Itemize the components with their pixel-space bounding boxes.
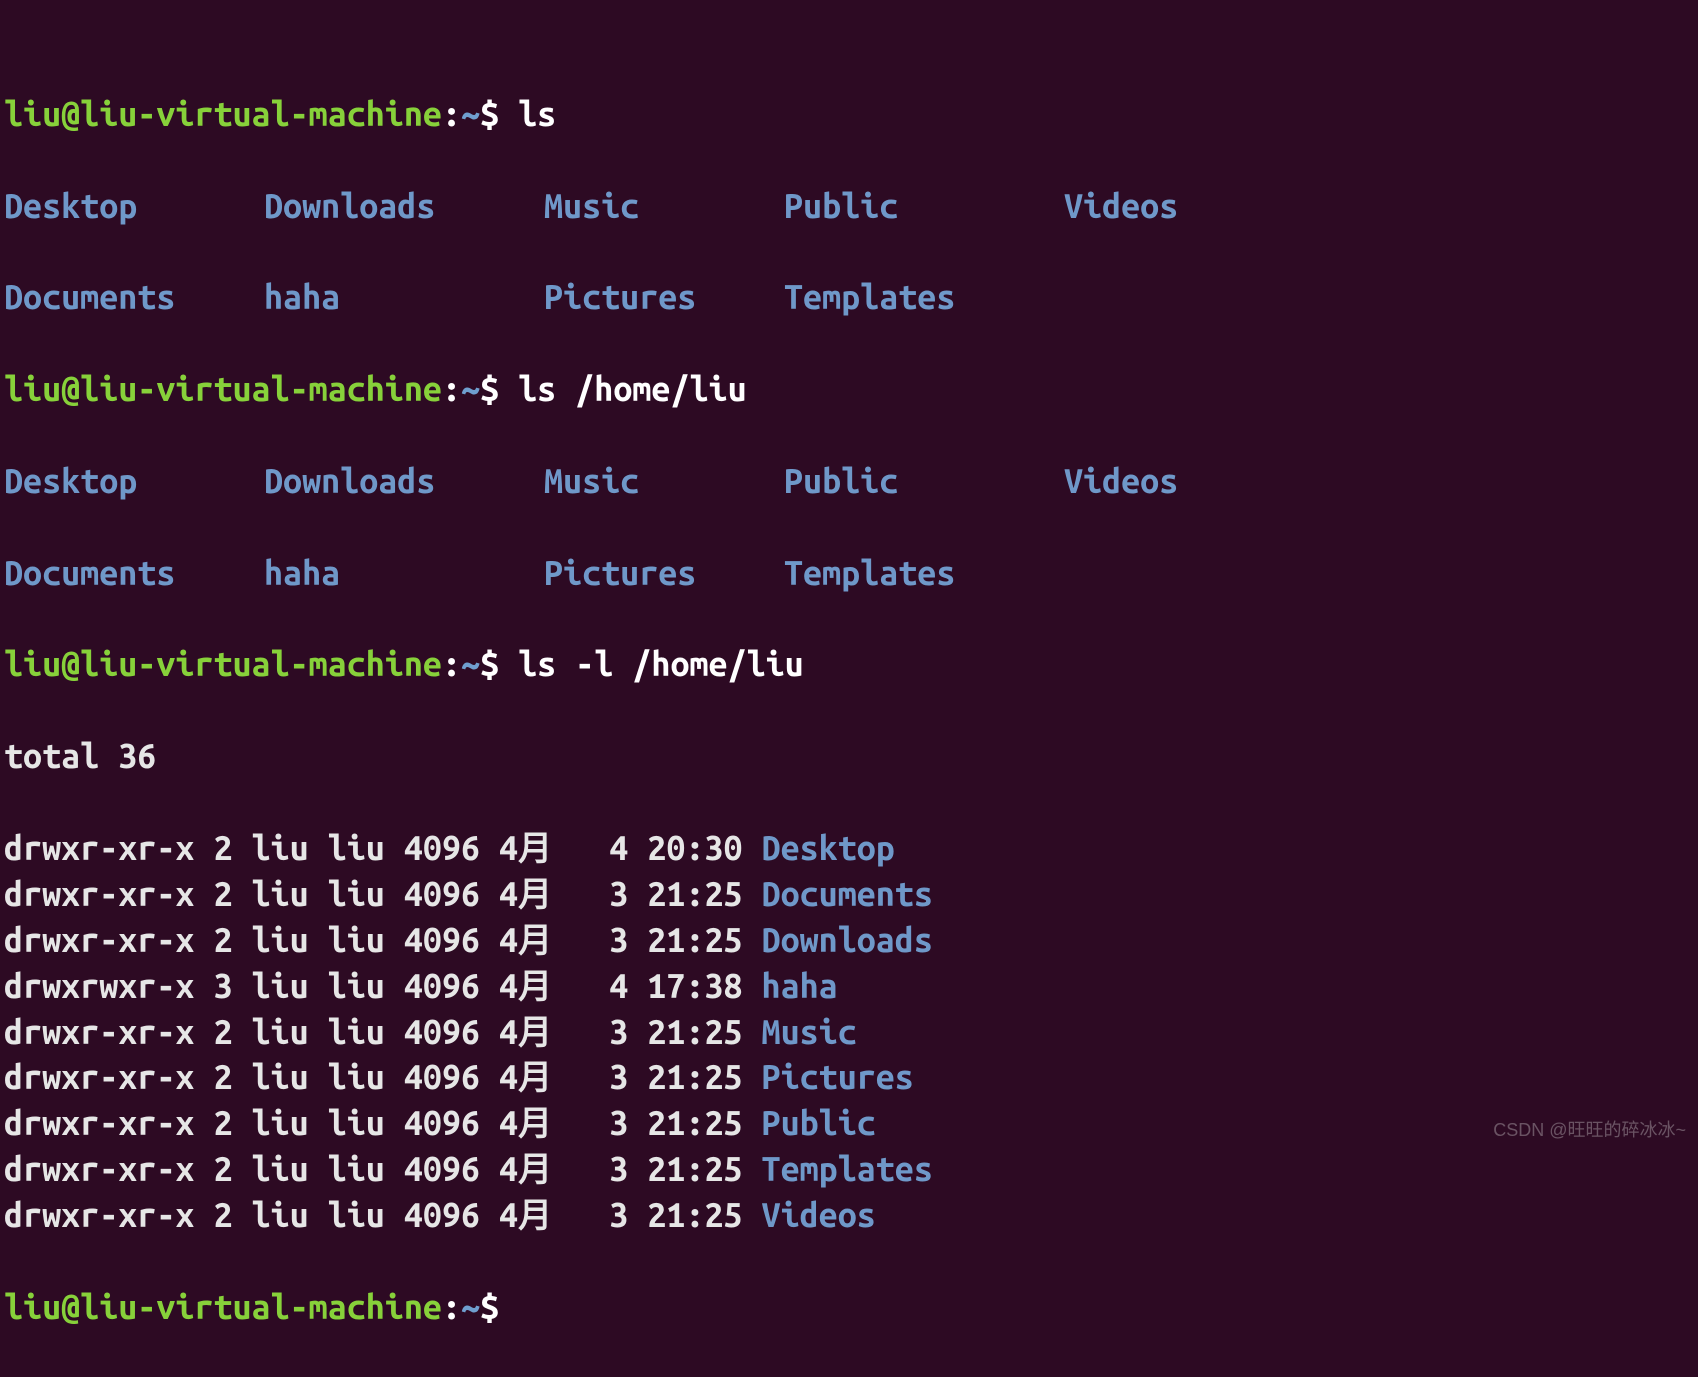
- ls-long-row: drwxr-xr-x 2 liu liu 4096 4月 3 21:25 Dow…: [4, 918, 1698, 964]
- ls-long-name: Desktop: [762, 829, 895, 867]
- ls-long-name: Downloads: [762, 921, 933, 959]
- ls-output-row-2: DocumentshahaPicturesTemplates: [4, 275, 1698, 321]
- prompt-host: liu-virtual-machine: [80, 645, 442, 683]
- prompt-at: @: [61, 370, 80, 408]
- prompt-user: liu: [4, 645, 61, 683]
- dir-entry: Videos: [1064, 459, 1264, 505]
- ls-long-name: haha: [762, 967, 838, 1005]
- ls-output-row-3: DesktopDownloadsMusicPublicVideos: [4, 459, 1698, 505]
- prompt-line-2: liu@liu-virtual-machine:~$ ls /home/liu: [4, 367, 1698, 413]
- prompt-host: liu-virtual-machine: [80, 95, 442, 133]
- ls-long-details: drwxr-xr-x 2 liu liu 4096 4月 3 21:25: [4, 921, 762, 959]
- ls-long-row: drwxr-xr-x 2 liu liu 4096 4月 3 21:25 Tem…: [4, 1147, 1698, 1193]
- ls-long-name: Documents: [762, 875, 933, 913]
- dir-entry: Templates: [784, 551, 1064, 597]
- prompt-line-4[interactable]: liu@liu-virtual-machine:~$: [4, 1285, 1698, 1331]
- watermark: CSDN @旺旺的碎冰冰~: [1493, 1118, 1686, 1142]
- ls-long-row: drwxr-xr-x 2 liu liu 4096 4月 3 21:25 Pic…: [4, 1055, 1698, 1101]
- ls-long-name: Videos: [762, 1196, 876, 1234]
- dir-entry: Music: [544, 184, 784, 230]
- prompt-user: liu: [4, 95, 61, 133]
- dir-entry: Public: [784, 184, 1064, 230]
- prompt-cwd: ~: [461, 1288, 480, 1326]
- prompt-colon: :: [442, 95, 461, 133]
- prompt-dollar: $: [480, 645, 499, 683]
- dir-entry: Documents: [4, 275, 264, 321]
- ls-long-details: drwxr-xr-x 2 liu liu 4096 4月 3 21:25: [4, 1150, 762, 1188]
- ls-long-details: drwxr-xr-x 2 liu liu 4096 4月 3 21:25: [4, 1196, 762, 1234]
- ls-long-name: Pictures: [762, 1058, 914, 1096]
- dir-entry: Downloads: [264, 184, 544, 230]
- ls-long-details: drwxrwxr-x 3 liu liu 4096 4月 4 17:38: [4, 967, 762, 1005]
- ls-long-total: total 36: [4, 734, 1698, 780]
- ls-output-row-1: DesktopDownloadsMusicPublicVideos: [4, 184, 1698, 230]
- prompt-colon: :: [442, 1288, 461, 1326]
- dir-entry: Public: [784, 459, 1064, 505]
- prompt-at: @: [61, 645, 80, 683]
- ls-long-details: drwxr-xr-x 2 liu liu 4096 4月 3 21:25: [4, 875, 762, 913]
- ls-output-row-4: DocumentshahaPicturesTemplates: [4, 551, 1698, 597]
- dir-entry: Documents: [4, 551, 264, 597]
- command-text-2: ls /home/liu: [518, 370, 746, 408]
- dir-entry: Pictures: [544, 275, 784, 321]
- dir-entry: Music: [544, 459, 784, 505]
- ls-long-output: drwxr-xr-x 2 liu liu 4096 4月 4 20:30 Des…: [4, 826, 1698, 1239]
- prompt-cwd: ~: [461, 370, 480, 408]
- prompt-host: liu-virtual-machine: [80, 1288, 442, 1326]
- prompt-cwd: ~: [461, 645, 480, 683]
- dir-entry: Videos: [1064, 184, 1264, 230]
- prompt-line-1: liu@liu-virtual-machine:~$ ls: [4, 92, 1698, 138]
- dir-entry: Pictures: [544, 551, 784, 597]
- command-text-3: ls -l /home/liu: [518, 645, 804, 683]
- ls-long-row: drwxr-xr-x 2 liu liu 4096 4月 4 20:30 Des…: [4, 826, 1698, 872]
- ls-long-details: drwxr-xr-x 2 liu liu 4096 4月 3 21:25: [4, 1104, 762, 1142]
- prompt-line-3: liu@liu-virtual-machine:~$ ls -l /home/l…: [4, 642, 1698, 688]
- ls-long-name: Music: [762, 1013, 857, 1051]
- prompt-user: liu: [4, 1288, 61, 1326]
- prompt-dollar: $: [480, 95, 499, 133]
- prompt-dollar: $: [480, 370, 499, 408]
- prompt-dollar: $: [480, 1288, 499, 1326]
- prompt-at: @: [61, 95, 80, 133]
- dir-entry: Desktop: [4, 459, 264, 505]
- ls-long-row: drwxr-xr-x 2 liu liu 4096 4月 3 21:25 Doc…: [4, 872, 1698, 918]
- ls-long-name: Public: [762, 1104, 876, 1142]
- prompt-user: liu: [4, 370, 61, 408]
- prompt-colon: :: [442, 645, 461, 683]
- dir-entry: Desktop: [4, 184, 264, 230]
- dir-entry: haha: [264, 275, 544, 321]
- prompt-colon: :: [442, 370, 461, 408]
- ls-long-details: drwxr-xr-x 2 liu liu 4096 4月 3 21:25: [4, 1058, 762, 1096]
- ls-long-details: drwxr-xr-x 2 liu liu 4096 4月 3 21:25: [4, 1013, 762, 1051]
- dir-entry: haha: [264, 551, 544, 597]
- prompt-cwd: ~: [461, 95, 480, 133]
- prompt-host: liu-virtual-machine: [80, 370, 442, 408]
- ls-long-row: drwxr-xr-x 2 liu liu 4096 4月 3 21:25 Mus…: [4, 1010, 1698, 1056]
- ls-long-name: Templates: [762, 1150, 933, 1188]
- terminal[interactable]: liu@liu-virtual-machine:~$ ls DesktopDow…: [0, 0, 1698, 1377]
- ls-long-row: drwxr-xr-x 2 liu liu 4096 4月 3 21:25 Pub…: [4, 1101, 1698, 1147]
- ls-long-details: drwxr-xr-x 2 liu liu 4096 4月 4 20:30: [4, 829, 762, 867]
- prompt-at: @: [61, 1288, 80, 1326]
- dir-entry: Templates: [784, 275, 1064, 321]
- ls-long-row: drwxrwxr-x 3 liu liu 4096 4月 4 17:38 hah…: [4, 964, 1698, 1010]
- command-text-1: ls: [518, 95, 556, 133]
- command-ls: [499, 95, 518, 133]
- dir-entry: Downloads: [264, 459, 544, 505]
- ls-long-row: drwxr-xr-x 2 liu liu 4096 4月 3 21:25 Vid…: [4, 1193, 1698, 1239]
